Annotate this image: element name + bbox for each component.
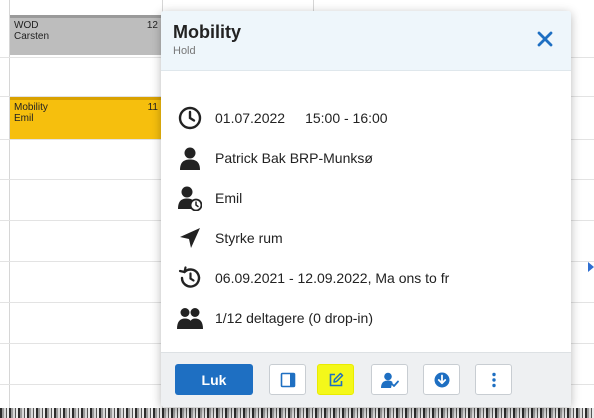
detail-row-datetime: 01.07.2022 15:00 - 16:00 — [177, 105, 388, 131]
calendar-event-mobility[interactable]: Mobility Emil 11 — [10, 97, 162, 139]
popup-title: Mobility — [173, 22, 241, 42]
recurrence-text: 06.09.2021 - 12.09.2022, Ma ons to fr — [215, 270, 450, 286]
coach-name: Patrick Bak BRP-Munksø — [215, 150, 373, 166]
event-time: 15:00 - 16:00 — [305, 110, 388, 126]
detail-row-substitute: Emil — [177, 185, 242, 211]
location-name: Styrke rum — [215, 230, 283, 246]
detail-row-coach: Patrick Bak BRP-Munksø — [177, 145, 373, 171]
bottom-strip — [0, 408, 594, 418]
edit-icon — [329, 372, 343, 386]
popup-subtitle: Hold — [173, 45, 196, 57]
event-date: 01.07.2022 — [215, 110, 286, 126]
detail-row-location: Styrke rum — [177, 225, 283, 251]
group-icon — [177, 305, 203, 331]
detail-row-participants: 1/12 deltagere (0 drop-in) — [177, 305, 373, 331]
close-icon — [537, 31, 553, 47]
close-button[interactable] — [535, 29, 555, 49]
event-title: Mobility — [14, 102, 48, 113]
calendar-event-wod[interactable]: WOD Carsten 12 — [10, 15, 162, 55]
detail-row-recurrence: 06.09.2021 - 12.09.2022, Ma ons to fr — [177, 265, 449, 291]
download-button[interactable] — [423, 364, 460, 395]
more-options-button[interactable] — [475, 364, 512, 395]
close-popup-button[interactable]: Luk — [175, 364, 253, 395]
participants-count: 1/12 deltagere (0 drop-in) — [215, 310, 373, 326]
event-count: 11 — [147, 102, 158, 113]
popup-footer: Luk — [161, 352, 571, 407]
event-details-popup: Mobility Hold 01.07.2022 15:00 - 16:00 Pa… — [161, 11, 571, 407]
edit-button[interactable] — [317, 364, 354, 395]
add-participant-button[interactable] — [371, 364, 408, 395]
person-clock-icon — [177, 185, 203, 211]
add-person-icon — [380, 372, 399, 388]
event-instructor: Emil — [14, 113, 34, 124]
clock-icon — [177, 105, 203, 131]
sidebar-panel-icon — [280, 372, 295, 387]
grid-line — [9, 0, 10, 418]
download-icon — [434, 372, 449, 387]
event-instructor: Carsten — [14, 31, 50, 42]
history-icon — [177, 265, 203, 291]
more-vertical-icon — [491, 372, 496, 387]
person-icon — [177, 145, 203, 171]
event-title: WOD — [14, 20, 39, 31]
cursor-marker — [588, 262, 594, 272]
popup-header: Mobility Hold — [161, 11, 571, 71]
event-count: 12 — [146, 20, 158, 31]
open-panel-button[interactable] — [269, 364, 306, 395]
substitute-name: Emil — [215, 190, 243, 206]
location-arrow-icon — [177, 225, 203, 251]
